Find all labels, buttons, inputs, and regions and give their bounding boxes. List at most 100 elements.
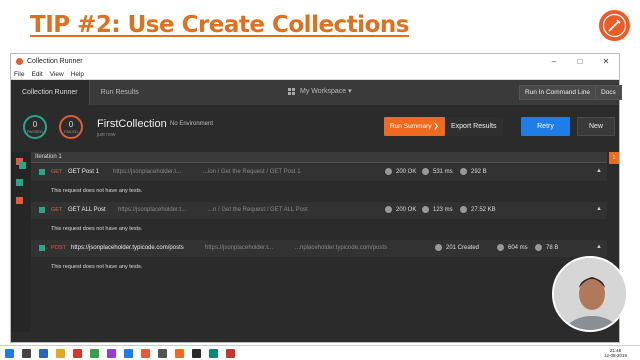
failed-count: 0 bbox=[68, 120, 74, 129]
app-icon[interactable] bbox=[90, 349, 99, 358]
request-name: https://jsonplaceholder.typicode.com/pos… bbox=[71, 245, 184, 251]
folder-icon[interactable] bbox=[56, 349, 65, 358]
new-button[interactable]: New bbox=[577, 117, 615, 136]
windows-taskbar: 21:48 12-08-2019 bbox=[0, 345, 640, 360]
passed-count: 0 bbox=[32, 120, 38, 129]
iteration-header: Iteration 1 bbox=[31, 152, 607, 163]
chevron-up-icon[interactable]: ▲ bbox=[596, 244, 602, 250]
workspace-grid-icon bbox=[288, 87, 295, 95]
window-title: Collection Runner bbox=[27, 58, 83, 65]
tests-message: This request does not have any tests. bbox=[31, 257, 607, 277]
request-marker-fail[interactable] bbox=[16, 197, 23, 204]
request-url: https://jsonplaceholder.t... bbox=[205, 245, 274, 251]
run-summary-button[interactable]: Run Summary ❯ bbox=[384, 117, 445, 136]
run-in-command-line-button[interactable]: Run In Command Line bbox=[519, 85, 597, 100]
status-square-icon bbox=[39, 169, 45, 175]
postman-app-icon bbox=[16, 58, 23, 65]
request-method: POST bbox=[51, 245, 66, 251]
run-summary-header: 0 PASSED 0 FAILED FirstCollection No Env… bbox=[11, 105, 619, 152]
app-icon[interactable] bbox=[124, 349, 133, 358]
request-row[interactable]: GET GET Post 1 https://jsonplaceholder.t… bbox=[31, 164, 607, 181]
run-time-label: just now bbox=[97, 132, 116, 138]
size-dot-icon bbox=[460, 206, 467, 213]
app-icon[interactable] bbox=[209, 349, 218, 358]
status-square-icon bbox=[39, 207, 45, 213]
slide-title: TIP #2: Use Create Collections bbox=[30, 12, 409, 38]
menu-bar: File Edit View Help bbox=[11, 69, 619, 80]
request-method: GET bbox=[51, 169, 63, 175]
response-size: 78 B bbox=[546, 245, 559, 251]
iteration-badge[interactable]: 1 bbox=[609, 152, 619, 164]
chevron-up-icon[interactable]: ▲ bbox=[596, 168, 602, 174]
time-dot-icon bbox=[422, 206, 429, 213]
chevron-up-icon[interactable]: ▲ bbox=[596, 206, 602, 212]
request-marker-pass[interactable] bbox=[16, 179, 23, 186]
collection-runner-window: Collection Runner – □ ✕ File Edit View H… bbox=[10, 53, 622, 343]
workspace-selector[interactable]: My Workspace ▾ bbox=[288, 87, 352, 95]
request-path: ...ion / Get the Request / GET Post 1 bbox=[203, 169, 301, 175]
window-titlebar: Collection Runner – □ ✕ bbox=[11, 54, 619, 69]
app-icon[interactable] bbox=[158, 349, 167, 358]
response-status: 201 Created bbox=[446, 245, 480, 251]
app-icon[interactable] bbox=[107, 349, 116, 358]
postman-taskbar-icon[interactable] bbox=[175, 349, 184, 358]
tests-message: This request does not have any tests. bbox=[31, 219, 607, 239]
response-size: 292 B bbox=[471, 169, 487, 175]
postman-logo-icon bbox=[599, 10, 630, 41]
tests-message: This request does not have any tests. bbox=[31, 181, 607, 201]
passed-label: PASSED bbox=[27, 129, 43, 134]
docs-button[interactable]: Docs bbox=[595, 85, 622, 100]
app-icon[interactable] bbox=[226, 349, 235, 358]
export-results-button[interactable]: Export Results bbox=[445, 117, 503, 136]
clock-date: 12-08-2019 bbox=[604, 353, 628, 358]
collection-name: FirstCollection bbox=[97, 118, 167, 130]
app-icon[interactable] bbox=[141, 349, 150, 358]
search-icon[interactable] bbox=[22, 349, 31, 358]
iteration-marker-pass[interactable] bbox=[19, 162, 26, 169]
size-dot-icon bbox=[460, 168, 467, 175]
passed-counter: 0 PASSED bbox=[23, 115, 47, 139]
app-icon[interactable] bbox=[192, 349, 201, 358]
retry-button[interactable]: Retry bbox=[521, 117, 570, 136]
minimize-button[interactable]: – bbox=[541, 57, 567, 66]
response-status: 200 OK bbox=[396, 207, 417, 213]
tab-run-results[interactable]: Run Results bbox=[88, 80, 150, 105]
start-icon[interactable] bbox=[5, 349, 14, 358]
failed-label: FAILED bbox=[64, 129, 78, 134]
request-method: GET bbox=[51, 207, 63, 213]
response-time: 531 ms bbox=[433, 169, 453, 175]
request-path: ...n / Get the Request / GET ALL Post bbox=[208, 207, 308, 213]
presenter-webcam bbox=[552, 256, 628, 332]
request-url: https://jsonplaceholder.t... bbox=[118, 207, 187, 213]
request-name: GET ALL Post bbox=[68, 207, 106, 213]
response-time: 604 ms bbox=[508, 245, 528, 251]
menu-help[interactable]: Help bbox=[71, 71, 84, 78]
failed-counter: 0 FAILED bbox=[59, 115, 83, 139]
workspace-label: My Workspace ▾ bbox=[300, 88, 352, 95]
maximize-button[interactable]: □ bbox=[567, 57, 593, 66]
request-name: GET Post 1 bbox=[68, 169, 99, 175]
response-size: 27.52 KB bbox=[471, 207, 496, 213]
size-dot-icon bbox=[535, 244, 542, 251]
status-dot-icon bbox=[435, 244, 442, 251]
status-dot-icon bbox=[385, 206, 392, 213]
response-time: 123 ms bbox=[433, 207, 453, 213]
time-dot-icon bbox=[497, 244, 504, 251]
environment-label: No Environment bbox=[170, 121, 214, 127]
iteration-sidebar bbox=[11, 152, 31, 332]
close-button[interactable]: ✕ bbox=[593, 57, 619, 66]
response-status: 200 OK bbox=[396, 169, 417, 175]
time-dot-icon bbox=[422, 168, 429, 175]
tab-collection-runner[interactable]: Collection Runner bbox=[11, 80, 89, 105]
request-path: ...nplaceholder.typicode.com/posts bbox=[295, 245, 388, 251]
menu-file[interactable]: File bbox=[14, 71, 24, 78]
edge-icon[interactable] bbox=[39, 349, 48, 358]
request-row[interactable]: POST https://jsonplaceholder.typicode.co… bbox=[31, 240, 607, 257]
status-square-icon bbox=[39, 245, 45, 251]
app-icon[interactable] bbox=[73, 349, 82, 358]
taskbar-clock[interactable]: 21:48 12-08-2019 bbox=[604, 348, 627, 358]
menu-view[interactable]: View bbox=[50, 71, 64, 78]
menu-edit[interactable]: Edit bbox=[31, 71, 42, 78]
request-row[interactable]: GET GET ALL Post https://jsonplaceholder… bbox=[31, 202, 607, 219]
runner-navbar: Collection Runner Run Results My Workspa… bbox=[11, 80, 622, 105]
